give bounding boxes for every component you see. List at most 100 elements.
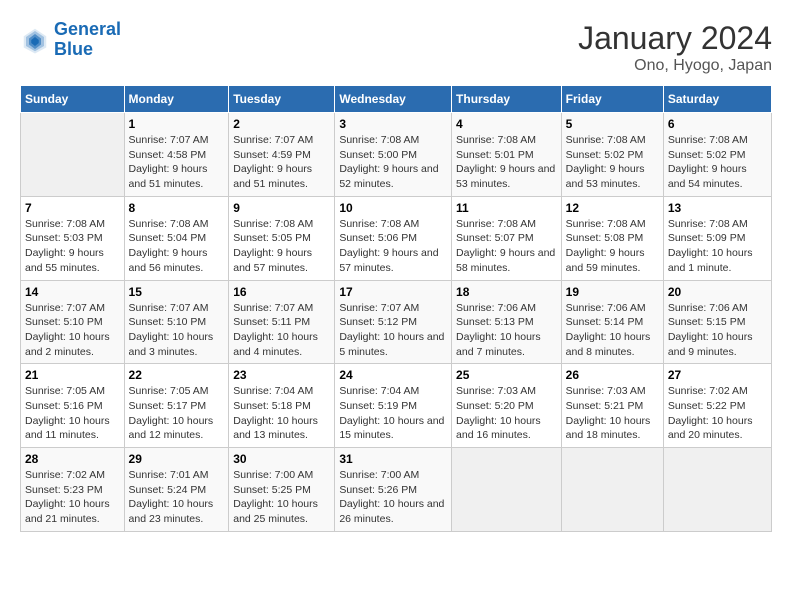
calendar-cell: 5Sunrise: 7:08 AMSunset: 5:02 PMDaylight… — [561, 113, 663, 197]
day-number: 2 — [233, 117, 330, 131]
day-info: Sunrise: 7:08 AMSunset: 5:05 PMDaylight:… — [233, 218, 313, 274]
day-info: Sunrise: 7:05 AMSunset: 5:16 PMDaylight:… — [25, 385, 110, 441]
page-title: January 2024 — [578, 20, 772, 57]
day-info: Sunrise: 7:08 AMSunset: 5:06 PMDaylight:… — [339, 218, 438, 274]
calendar-cell: 13 Sunrise: 7:08 AMSunset: 5:09 PMDayligh… — [663, 196, 771, 280]
day-number: 24 — [339, 368, 447, 382]
calendar-cell: 25Sunrise: 7:03 AMSunset: 5:20 PMDayligh… — [452, 364, 562, 448]
calendar-body: 1 Sunrise: 7:07 AMSunset: 4:58 PMDaylight… — [21, 113, 772, 532]
calendar-cell — [561, 448, 663, 532]
day-number: 21 — [25, 368, 120, 382]
calendar-cell: 22 Sunrise: 7:05 AMSunset: 5:17 PMDayligh… — [124, 364, 229, 448]
calendar-cell: 27 Sunrise: 7:02 AMSunset: 5:22 PMDayligh… — [663, 364, 771, 448]
day-number: 22 — [129, 368, 225, 382]
day-info: Sunrise: 7:04 AMSunset: 5:19 PMDaylight:… — [339, 385, 444, 441]
day-number: 7 — [25, 201, 120, 215]
calendar-cell: 8 Sunrise: 7:08 AMSunset: 5:04 PMDaylight… — [124, 196, 229, 280]
day-number: 16 — [233, 285, 330, 299]
day-info: Sunrise: 7:08 AMSunset: 5:00 PMDaylight:… — [339, 134, 438, 190]
calendar-cell — [21, 113, 125, 197]
logo-text: General Blue — [54, 20, 121, 60]
day-info: Sunrise: 7:06 AMSunset: 5:14 PMDaylight:… — [566, 302, 651, 358]
day-number: 8 — [129, 201, 225, 215]
day-info: Sunrise: 7:03 AMSunset: 5:21 PMDaylight:… — [566, 385, 651, 441]
calendar-cell: 7 Sunrise: 7:08 AMSunset: 5:03 PMDaylight… — [21, 196, 125, 280]
day-info: Sunrise: 7:00 AMSunset: 5:25 PMDaylight:… — [233, 469, 318, 525]
day-info: Sunrise: 7:08 AMSunset: 5:08 PMDaylight:… — [566, 218, 646, 274]
calendar-week-row: 21 Sunrise: 7:05 AMSunset: 5:16 PMDayligh… — [21, 364, 772, 448]
day-number: 19 — [566, 285, 659, 299]
day-number: 27 — [668, 368, 767, 382]
weekday-header: Saturday — [663, 86, 771, 113]
calendar-week-row: 28 Sunrise: 7:02 AMSunset: 5:23 PMDayligh… — [21, 448, 772, 532]
calendar-cell: 12 Sunrise: 7:08 AMSunset: 5:08 PMDayligh… — [561, 196, 663, 280]
calendar-cell: 20Sunrise: 7:06 AMSunset: 5:15 PMDayligh… — [663, 280, 771, 364]
day-number: 18 — [456, 285, 557, 299]
calendar-cell: 18 Sunrise: 7:06 AMSunset: 5:13 PMDayligh… — [452, 280, 562, 364]
calendar-cell: 4 Sunrise: 7:08 AMSunset: 5:01 PMDaylight… — [452, 113, 562, 197]
day-number: 10 — [339, 201, 447, 215]
day-info: Sunrise: 7:08 AMSunset: 5:01 PMDaylight:… — [456, 134, 555, 190]
day-number: 13 — [668, 201, 767, 215]
calendar-week-row: 7 Sunrise: 7:08 AMSunset: 5:03 PMDaylight… — [21, 196, 772, 280]
day-info: Sunrise: 7:06 AMSunset: 5:13 PMDaylight:… — [456, 302, 541, 358]
day-info: Sunrise: 7:08 AMSunset: 5:03 PMDaylight:… — [25, 218, 105, 274]
day-number: 23 — [233, 368, 330, 382]
day-info: Sunrise: 7:02 AMSunset: 5:22 PMDaylight:… — [668, 385, 753, 441]
day-number: 29 — [129, 452, 225, 466]
day-info: Sunrise: 7:08 AMSunset: 5:07 PMDaylight:… — [456, 218, 555, 274]
day-info: Sunrise: 7:01 AMSunset: 5:24 PMDaylight:… — [129, 469, 214, 525]
day-info: Sunrise: 7:07 AMSunset: 4:58 PMDaylight:… — [129, 134, 209, 190]
day-number: 31 — [339, 452, 447, 466]
page-header: General Blue January 2024 Ono, Hyogo, Ja… — [20, 20, 772, 75]
weekday-header: Friday — [561, 86, 663, 113]
weekday-header: Monday — [124, 86, 229, 113]
weekday-header: Wednesday — [335, 86, 452, 113]
day-info: Sunrise: 7:05 AMSunset: 5:17 PMDaylight:… — [129, 385, 214, 441]
day-info: Sunrise: 7:00 AMSunset: 5:26 PMDaylight:… — [339, 469, 444, 525]
calendar-cell: 2Sunrise: 7:07 AMSunset: 4:59 PMDaylight… — [229, 113, 335, 197]
calendar-cell: 31 Sunrise: 7:00 AMSunset: 5:26 PMDayligh… — [335, 448, 452, 532]
calendar-cell: 23Sunrise: 7:04 AMSunset: 5:18 PMDayligh… — [229, 364, 335, 448]
day-number: 28 — [25, 452, 120, 466]
day-number: 5 — [566, 117, 659, 131]
calendar-cell: 10 Sunrise: 7:08 AMSunset: 5:06 PMDayligh… — [335, 196, 452, 280]
day-number: 30 — [233, 452, 330, 466]
weekday-header: Thursday — [452, 86, 562, 113]
page-subtitle: Ono, Hyogo, Japan — [578, 57, 772, 75]
calendar-cell — [663, 448, 771, 532]
calendar-cell: 24 Sunrise: 7:04 AMSunset: 5:19 PMDayligh… — [335, 364, 452, 448]
day-number: 1 — [129, 117, 225, 131]
logo-icon — [20, 25, 50, 55]
day-number: 17 — [339, 285, 447, 299]
day-number: 12 — [566, 201, 659, 215]
title-block: January 2024 Ono, Hyogo, Japan — [578, 20, 772, 75]
calendar-cell: 9 Sunrise: 7:08 AMSunset: 5:05 PMDaylight… — [229, 196, 335, 280]
day-info: Sunrise: 7:08 AMSunset: 5:09 PMDaylight:… — [668, 218, 753, 274]
day-number: 11 — [456, 201, 557, 215]
calendar-cell: 21 Sunrise: 7:05 AMSunset: 5:16 PMDayligh… — [21, 364, 125, 448]
calendar-cell — [452, 448, 562, 532]
calendar-cell: 16Sunrise: 7:07 AMSunset: 5:11 PMDayligh… — [229, 280, 335, 364]
calendar-cell: 11 Sunrise: 7:08 AMSunset: 5:07 PMDayligh… — [452, 196, 562, 280]
day-info: Sunrise: 7:08 AMSunset: 5:04 PMDaylight:… — [129, 218, 209, 274]
day-number: 4 — [456, 117, 557, 131]
logo: General Blue — [20, 20, 121, 60]
day-number: 9 — [233, 201, 330, 215]
calendar-table: SundayMondayTuesdayWednesdayThursdayFrid… — [20, 85, 772, 532]
day-number: 20 — [668, 285, 767, 299]
weekday-header: Sunday — [21, 86, 125, 113]
calendar-cell: 15Sunrise: 7:07 AMSunset: 5:10 PMDayligh… — [124, 280, 229, 364]
day-number: 3 — [339, 117, 447, 131]
day-number: 6 — [668, 117, 767, 131]
day-info: Sunrise: 7:08 AMSunset: 5:02 PMDaylight:… — [668, 134, 748, 190]
calendar-cell: 6 Sunrise: 7:08 AMSunset: 5:02 PMDaylight… — [663, 113, 771, 197]
day-number: 14 — [25, 285, 120, 299]
calendar-cell: 29 Sunrise: 7:01 AMSunset: 5:24 PMDayligh… — [124, 448, 229, 532]
calendar-cell: 26 Sunrise: 7:03 AMSunset: 5:21 PMDayligh… — [561, 364, 663, 448]
calendar-week-row: 1 Sunrise: 7:07 AMSunset: 4:58 PMDaylight… — [21, 113, 772, 197]
day-info: Sunrise: 7:03 AMSunset: 5:20 PMDaylight:… — [456, 385, 541, 441]
day-number: 26 — [566, 368, 659, 382]
day-info: Sunrise: 7:02 AMSunset: 5:23 PMDaylight:… — [25, 469, 110, 525]
day-info: Sunrise: 7:07 AMSunset: 5:10 PMDaylight:… — [25, 302, 110, 358]
